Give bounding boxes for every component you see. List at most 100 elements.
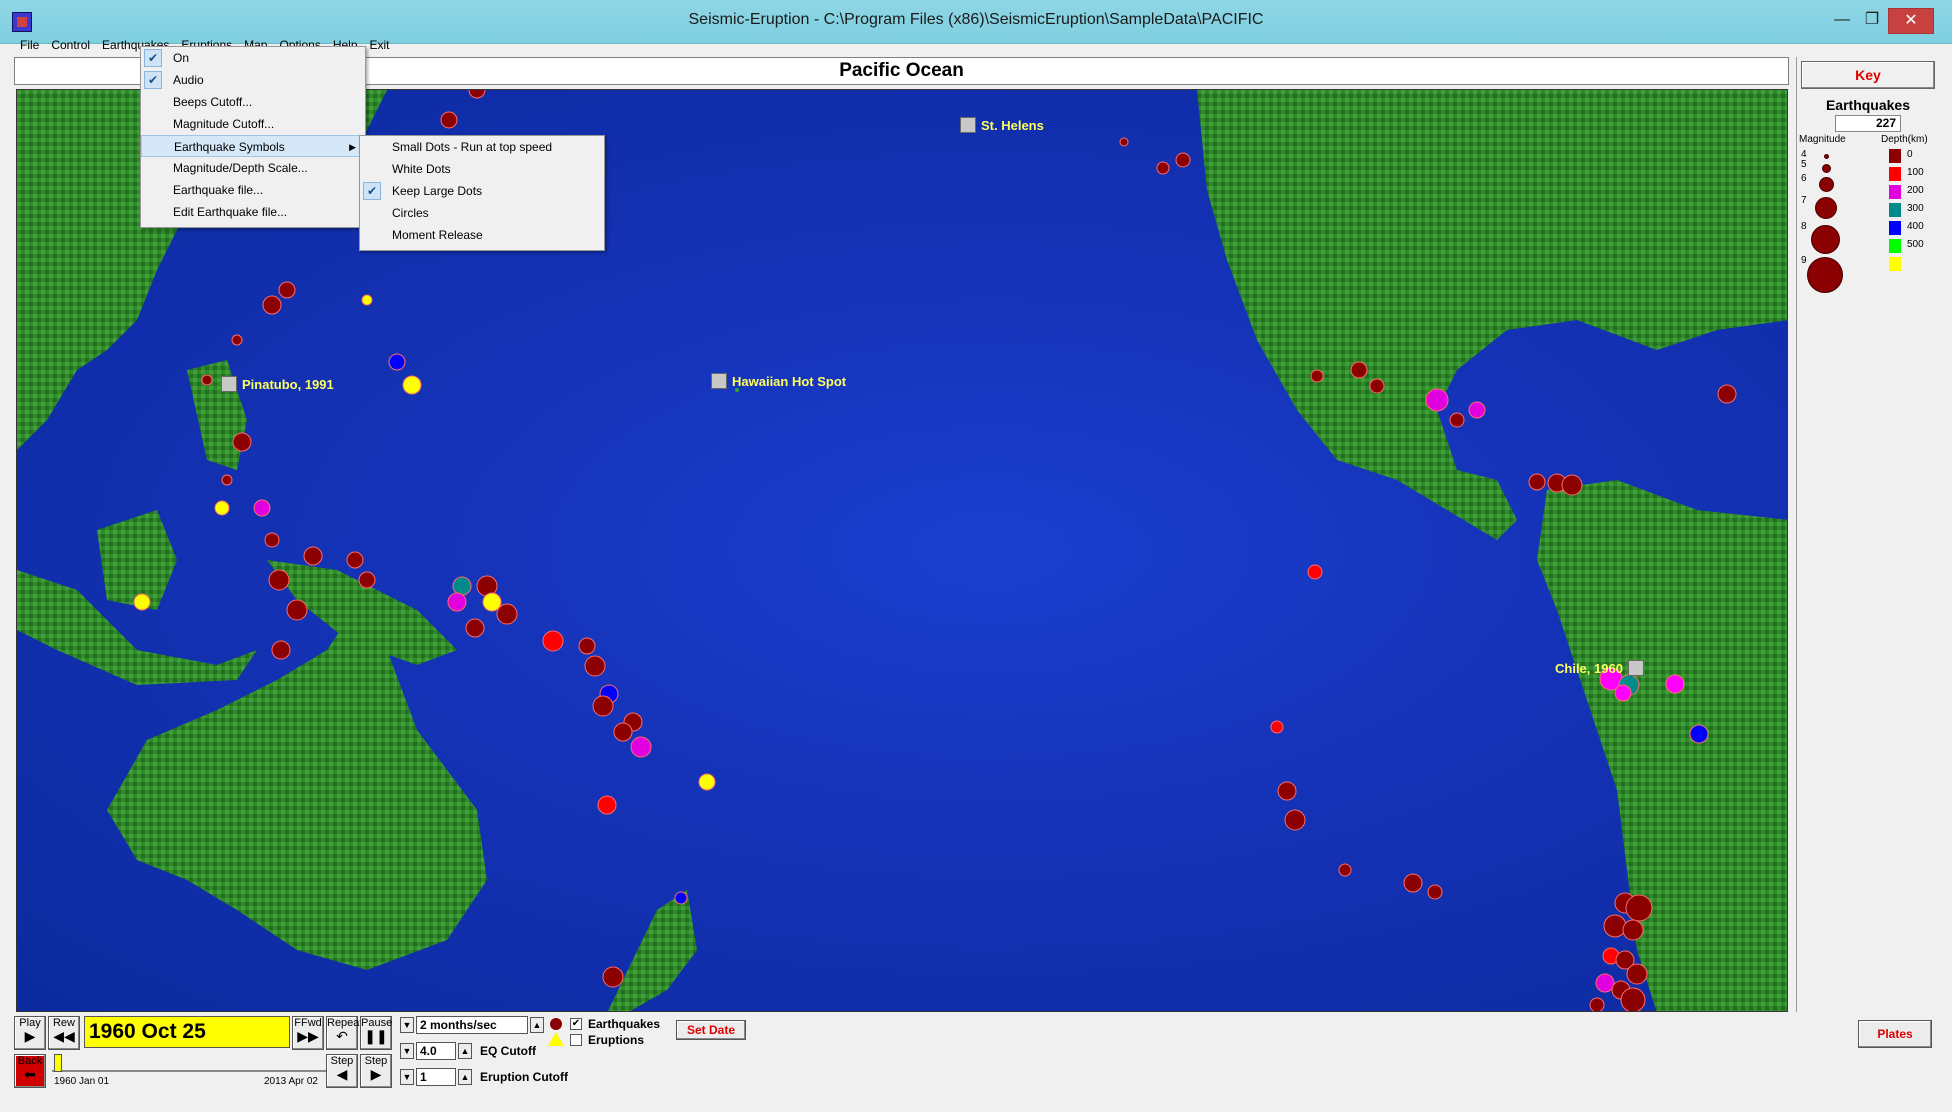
- earthquake-dot: [578, 637, 596, 655]
- depth-label-value: 200: [1907, 185, 1924, 196]
- earthquake-dot: [698, 773, 716, 791]
- menu-item-earthquake-file[interactable]: Earthquake file...: [141, 179, 365, 201]
- menu-item-label: Earthquake Symbols: [174, 140, 285, 154]
- timeline-slider-thumb[interactable]: [54, 1054, 62, 1072]
- eruption-cutoff-label: Eruption Cutoff: [480, 1070, 568, 1084]
- checkmark-icon: ✔: [144, 49, 162, 67]
- menu-item-label: Audio: [173, 73, 204, 87]
- play-icon: ▶: [24, 1028, 36, 1044]
- back-arrow-icon: ⬅: [24, 1066, 36, 1082]
- eq-cutoff-label: EQ Cutoff: [480, 1044, 536, 1058]
- menu-file[interactable]: File: [14, 34, 45, 56]
- menu-control[interactable]: Control: [45, 34, 96, 56]
- earthquake-dot: [1175, 152, 1191, 168]
- submenu-item-small-dots[interactable]: Small Dots - Run at top speed: [360, 136, 604, 158]
- depth-swatch: [1889, 185, 1901, 199]
- rewind-button[interactable]: Rew ◀◀: [48, 1016, 80, 1050]
- back-button[interactable]: Back ⬅: [14, 1054, 46, 1088]
- earthquake-dot: [221, 474, 233, 486]
- menu-item-earthquake-symbols[interactable]: Earthquake Symbols ▶: [141, 135, 365, 157]
- earthquake-dot: [1689, 724, 1709, 744]
- submenu-item-circles[interactable]: Circles: [360, 202, 604, 224]
- depth-swatch: [1889, 257, 1901, 271]
- submenu-item-moment-release[interactable]: Moment Release: [360, 224, 604, 246]
- submenu-item-white-dots[interactable]: White Dots: [360, 158, 604, 180]
- pause-button[interactable]: Pause ❚❚: [360, 1016, 392, 1050]
- depth-label-value: 300: [1907, 203, 1924, 214]
- earthquake-dot: [630, 736, 652, 758]
- menu-exit[interactable]: Exit: [364, 34, 396, 56]
- earthquake-dot: [214, 500, 230, 516]
- earthquakes-checkbox[interactable]: ✔: [570, 1018, 582, 1030]
- earthquake-symbols-submenu: Small Dots - Run at top speed White Dots…: [359, 135, 605, 251]
- earthquake-dot: [1620, 987, 1646, 1011]
- menu-item-on[interactable]: ✔ On: [141, 47, 365, 69]
- earthquake-dot: [1119, 137, 1129, 147]
- menu-item-edit-earthquake-file[interactable]: Edit Earthquake file...: [141, 201, 365, 223]
- earthquake-dot: [303, 546, 323, 566]
- earthquake-dot: [602, 966, 624, 988]
- timeline-slider[interactable]: [52, 1054, 336, 1072]
- menu-item-label: Magnitude/Depth Scale...: [173, 161, 308, 175]
- marker-chile-label: Chile, 1960: [1555, 660, 1623, 676]
- eruption-cutoff-up-button[interactable]: ▲: [458, 1069, 472, 1085]
- key-button[interactable]: Key: [1801, 61, 1935, 89]
- earthquake-dot: [1717, 384, 1737, 404]
- menu-item-label: Moment Release: [392, 228, 483, 242]
- marker-st-helens[interactable]: St. Helens: [960, 117, 1044, 133]
- eruption-triangle-icon: [548, 1032, 564, 1046]
- earthquake-dot: [278, 281, 296, 299]
- menu-item-beeps-cutoff[interactable]: Beeps Cutoff...: [141, 91, 365, 113]
- pause-icon: ❚❚: [364, 1028, 388, 1044]
- eq-cutoff-down-button[interactable]: ▼: [400, 1043, 414, 1059]
- depth-swatch: [1889, 167, 1901, 181]
- play-button[interactable]: Play ▶: [14, 1016, 46, 1050]
- step-forward-button[interactable]: Step ▶: [360, 1054, 392, 1088]
- earthquake-dot: [1277, 781, 1297, 801]
- marker-pinatubo[interactable]: Pinatubo, 1991: [221, 376, 334, 392]
- earthquake-symbol-icon: [550, 1018, 562, 1030]
- earthquake-dot: [1284, 809, 1306, 831]
- marker-chile[interactable]: Chile, 1960: [1555, 660, 1644, 676]
- eruption-cutoff-field[interactable]: 1: [416, 1068, 456, 1086]
- menu-item-label: Earthquake file...: [173, 183, 264, 197]
- earthquake-dot: [1270, 720, 1284, 734]
- earthquake-dot: [1589, 997, 1605, 1011]
- speed-down-button[interactable]: ▼: [400, 1017, 414, 1033]
- plates-button[interactable]: Plates: [1858, 1020, 1932, 1048]
- close-button[interactable]: ✕: [1888, 8, 1934, 34]
- marker-hawaii[interactable]: Hawaiian Hot Spot: [711, 373, 846, 389]
- speed-up-button[interactable]: ▲: [530, 1017, 544, 1033]
- eq-cutoff-field[interactable]: 4.0: [416, 1042, 456, 1060]
- earthquake-dot: [1338, 863, 1352, 877]
- menu-item-label: Circles: [392, 206, 429, 220]
- depth-swatch: [1889, 221, 1901, 235]
- current-date: 1960 Oct 25: [84, 1016, 290, 1048]
- step-back-button[interactable]: Step ◀: [326, 1054, 358, 1088]
- eruption-cutoff-down-button[interactable]: ▼: [400, 1069, 414, 1085]
- set-date-button[interactable]: Set Date: [676, 1020, 746, 1040]
- map-canvas: [17, 90, 1787, 1011]
- eq-cutoff-up-button[interactable]: ▲: [458, 1043, 472, 1059]
- eruptions-checkbox[interactable]: [570, 1034, 582, 1046]
- minimize-button[interactable]: —: [1830, 8, 1854, 34]
- submenu-item-keep-large-dots[interactable]: ✔ Keep Large Dots: [360, 180, 604, 202]
- earthquake-dot: [542, 630, 564, 652]
- speed-field[interactable]: 2 months/sec: [416, 1016, 528, 1034]
- magnitude-label: Magnitude: [1799, 134, 1846, 145]
- submenu-arrow-icon: ▶: [349, 142, 356, 152]
- menu-item-magnitude-depth-scale[interactable]: Magnitude/Depth Scale...: [141, 157, 365, 179]
- earthquake-dot: [1369, 378, 1385, 394]
- earthquake-dot: [1156, 161, 1170, 175]
- menu-item-magnitude-cutoff[interactable]: Magnitude Cutoff...: [141, 113, 365, 135]
- earthquake-dot: [1449, 412, 1465, 428]
- magnitude-8-dot: [1811, 225, 1840, 254]
- maximize-button[interactable]: ❐: [1860, 8, 1884, 34]
- earthquake-dot: [1561, 474, 1583, 496]
- earthquake-dot: [468, 90, 486, 99]
- earthquake-dot: [262, 295, 282, 315]
- fast-forward-button[interactable]: FFwd ▶▶: [292, 1016, 324, 1050]
- repeat-button[interactable]: Repeat ↶: [326, 1016, 362, 1050]
- menu-item-audio[interactable]: ✔ Audio: [141, 69, 365, 91]
- volcano-square-icon: [711, 373, 727, 389]
